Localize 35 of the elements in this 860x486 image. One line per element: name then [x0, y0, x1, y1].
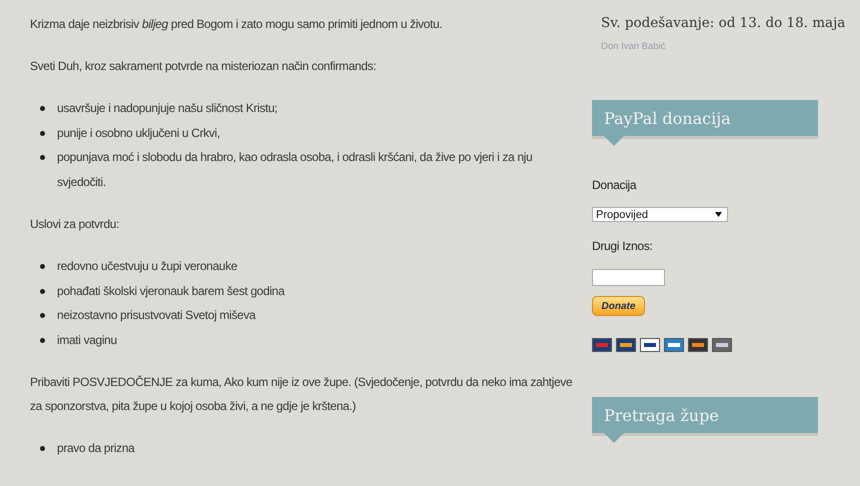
payment-card-icon [640, 338, 660, 352]
bullet-icon [40, 446, 45, 451]
list-item: pohađati školski vjeronauk barem šest godina [57, 282, 284, 300]
widget-title: Pretraga župe [604, 406, 719, 424]
bullet-icon [40, 288, 45, 294]
donate-button[interactable]: Donate [592, 296, 645, 316]
bullet-icon [40, 313, 45, 318]
list-item: neizostavno prisustvovati Svetoj miševa [57, 307, 256, 324]
list-item: pravo da prizna [57, 440, 134, 457]
list-item: redovno učestvuju u župi veronauke [57, 258, 238, 275]
bullet-icon [40, 106, 45, 111]
paragraph: Pribaviti POSVJEDOČENJE za kuma, Ako kum nije iz ove župe. (Svjedočenje, potvrdu da neko ima zahtjeve za sponzorstva, pita župe u kojoj osoba živi, a ne gdje je krštena.) [30, 374, 574, 415]
post-title[interactable]: Sv. podešavanje: od 13. do 18. maja [601, 15, 846, 31]
amount-field[interactable] [592, 269, 665, 286]
widget-title: PayPal donacija [604, 108, 731, 128]
list-item: usavršuje i nadopunjuje našu sličnost Kristu; [57, 100, 278, 117]
bullet-icon [40, 130, 45, 136]
caret-icon [715, 212, 722, 217]
bullet-icon [40, 155, 45, 160]
amount-label: Drugi Iznos: [592, 239, 652, 253]
paragraph: Uslovi za potvrdu: [30, 216, 120, 233]
payment-card-icon [712, 338, 732, 352]
paragraph: Krizma daje neizbrisiv biljeg pred Bogom i zato mogu samo primiti jednom u životu. [30, 16, 444, 33]
bullet-icon [40, 264, 45, 269]
payment-card-icon [616, 338, 636, 352]
list-item: imati vaginu [57, 332, 117, 349]
donation-label: Donacija [592, 178, 636, 192]
list-item: punije i osobno uključeni u Crkvi, [57, 124, 220, 142]
payment-card-icon [688, 338, 708, 352]
paragraph: Sveti Duh, kroz sakrament potvrde na misteriozan način confirmands: [30, 58, 378, 75]
donation-select[interactable]: Propovijed [592, 207, 728, 222]
payment-card-icon [664, 338, 684, 352]
list-item: popunjava moć i slobodu da hrabro, kao odrasla osoba, i odrasli kršćani, da žive po vjeri i za nju svjedočiti. [57, 149, 534, 192]
payment-card-icon [592, 338, 612, 352]
bullet-icon [40, 338, 45, 343]
